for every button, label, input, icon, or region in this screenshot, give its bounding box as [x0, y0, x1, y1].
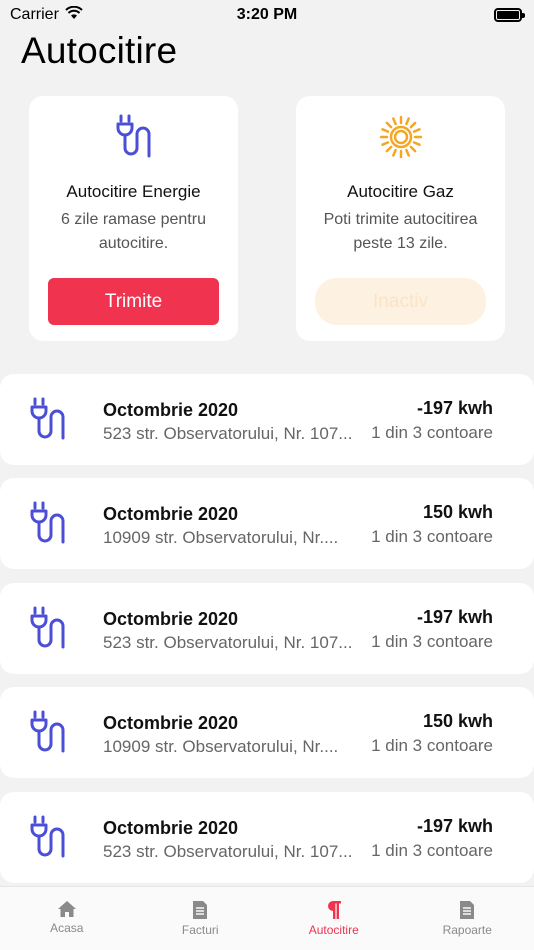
plug-icon [30, 710, 65, 753]
reading-title: Octombrie 2020 [103, 400, 239, 420]
gas-card-title: Autocitire Gaz [347, 182, 454, 201]
tab-autocitire[interactable]: Autocitire [267, 887, 401, 950]
reading-meters: 1 din 3 contoare [371, 527, 493, 546]
energy-card-desc: 6 zile ramase pentru autocitire. [41, 208, 226, 256]
reading-value: -197 kwh [416, 398, 493, 418]
reading-address: 10909 str. Observatorului, Nr.... [103, 528, 339, 547]
page-title: Autocitire [21, 30, 178, 71]
energy-card-title: Autocitire Energie [66, 182, 201, 201]
document-icon [460, 901, 475, 919]
energy-card: Autocitire Energie 6 zile ramase pentru … [29, 96, 238, 341]
reading-meters: 1 din 3 contoare [371, 841, 493, 860]
plug-icon [29, 112, 238, 162]
reading-address: 523 str. Observatorului, Nr. 107... [103, 424, 353, 443]
send-reading-button[interactable]: Trimite [48, 278, 219, 325]
tab-bar: Acasa Facturi Autocitire Rapoarte [0, 886, 534, 950]
tab-label: Facturi [181, 923, 219, 937]
home-icon [57, 901, 76, 917]
status-bar: Carrier 3:20 PM [0, 0, 534, 30]
tab-acasa[interactable]: Acasa [0, 887, 134, 950]
reading-value: 150 kwh [422, 711, 493, 731]
plug-icon [30, 501, 65, 544]
wifi-icon [65, 5, 83, 25]
reading-meters: 1 din 3 contoare [371, 632, 493, 651]
reading-address: 10909 str. Observatorului, Nr.... [103, 737, 339, 756]
status-left: Carrier [10, 5, 83, 25]
reading-title: Octombrie 2020 [103, 713, 239, 733]
energy-desc-line-1: 6 zile ramase pentru [61, 211, 206, 228]
gas-desc-line-2: peste 13 zile. [353, 235, 448, 252]
tab-label: Acasa [50, 921, 84, 935]
gas-desc-line-1: Poti trimite autocitirea [323, 211, 478, 228]
reading-list-item[interactable]: Octombrie 2020 523 str. Observatorului, … [0, 792, 534, 883]
document-icon [193, 901, 208, 919]
reading-address: 523 str. Observatorului, Nr. 107... [103, 842, 353, 861]
inactive-button[interactable]: Inactiv [315, 278, 486, 325]
reading-value: -197 kwh [416, 816, 493, 836]
tab-label: Autocitire [308, 923, 359, 937]
reading-value: -197 kwh [416, 607, 493, 627]
tab-facturi[interactable]: Facturi [134, 887, 268, 950]
reading-list-item[interactable]: Octombrie 2020 523 str. Observatorului, … [0, 374, 534, 465]
gas-card: Autocitire Gaz Poti trimite autocitirea … [296, 96, 505, 341]
reading-title: Octombrie 2020 [103, 504, 239, 524]
tab-label: Rapoarte [442, 923, 492, 937]
plug-icon [30, 815, 65, 858]
carrier-label: Carrier [10, 6, 59, 23]
reading-value: 150 kwh [422, 502, 493, 522]
battery-icon [494, 8, 525, 22]
pilcrow-icon [327, 901, 341, 919]
plug-icon [30, 397, 65, 440]
reading-list-item[interactable]: Octombrie 2020 10909 str. Observatorului… [0, 478, 534, 569]
gas-card-desc: Poti trimite autocitirea peste 13 zile. [308, 208, 493, 256]
reading-title: Octombrie 2020 [103, 609, 239, 629]
sun-icon [296, 112, 505, 162]
reading-address: 523 str. Observatorului, Nr. 107... [103, 633, 353, 652]
reading-meters: 1 din 3 contoare [371, 423, 493, 442]
reading-title: Octombrie 2020 [103, 818, 239, 838]
reading-list-item[interactable]: Octombrie 2020 10909 str. Observatorului… [0, 687, 534, 778]
reading-meters: 1 din 3 contoare [371, 736, 493, 755]
reading-list-item[interactable]: Octombrie 2020 523 str. Observatorului, … [0, 583, 534, 674]
energy-desc-line-2: autocitire. [98, 235, 169, 252]
tab-rapoarte[interactable]: Rapoarte [401, 887, 534, 950]
plug-icon [30, 606, 65, 649]
